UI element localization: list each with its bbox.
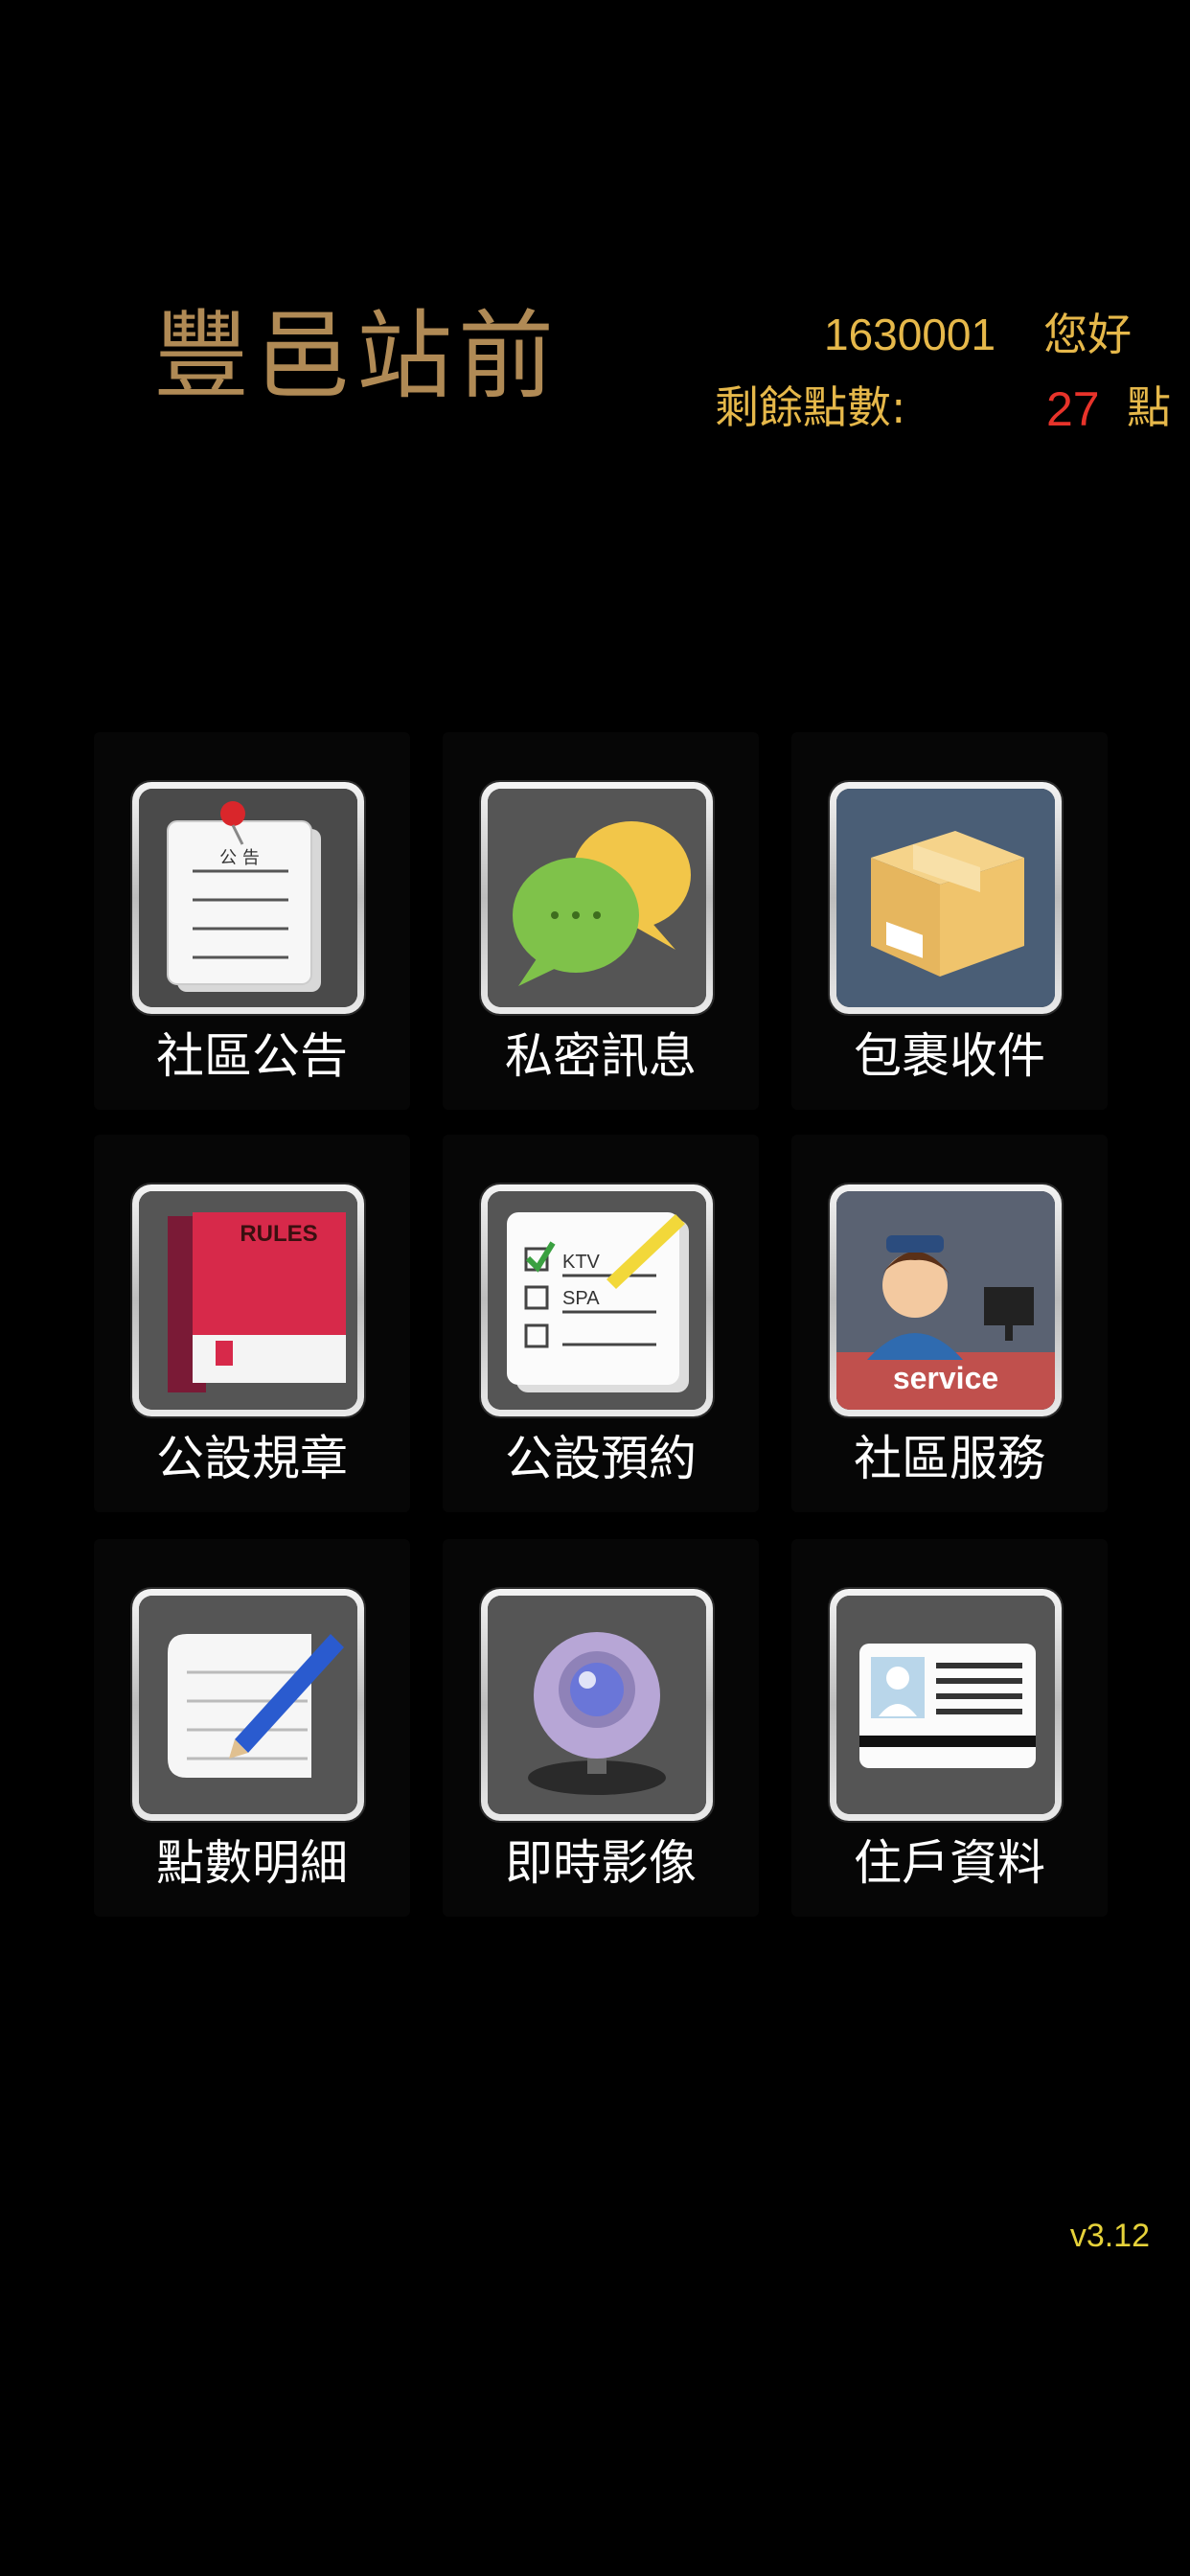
tile-points-details[interactable]: 點數明細 bbox=[94, 1539, 410, 1917]
spa-icon-text: SPA bbox=[562, 1288, 600, 1309]
webcam-icon bbox=[488, 1596, 706, 1814]
package-box-icon bbox=[836, 789, 1055, 1007]
points-value: 27 bbox=[1046, 385, 1100, 436]
user-id: 1630001 bbox=[824, 310, 996, 359]
tile-community-service[interactable]: service 社區服務 bbox=[791, 1135, 1108, 1512]
greeting-text: 您好 bbox=[1043, 309, 1133, 360]
tile-label: 住戶資料 bbox=[854, 1835, 1045, 1891]
rules-icon-text: RULES bbox=[240, 1221, 317, 1247]
chat-bubbles-icon bbox=[488, 789, 706, 1007]
tile-resident-info[interactable]: 住戶資料 bbox=[791, 1539, 1108, 1917]
tile-label: 公設預約 bbox=[505, 1431, 697, 1486]
app-title: 豐邑站前 bbox=[153, 300, 560, 412]
ktv-icon-text: KTV bbox=[562, 1252, 601, 1273]
tile-label: 即時影像 bbox=[505, 1835, 697, 1891]
points-summary: 剩餘點數: 27 點 bbox=[715, 385, 1190, 443]
tile-label: 公設規章 bbox=[156, 1431, 348, 1486]
tile-label: 點數明細 bbox=[156, 1835, 348, 1891]
announcement-icon-text: 公 告 bbox=[219, 848, 260, 868]
rules-book-icon: RULES bbox=[139, 1191, 357, 1410]
tile-package-receipt[interactable]: 包裹收件 bbox=[791, 732, 1108, 1110]
tile-private-messages[interactable]: 私密訊息 bbox=[443, 732, 759, 1110]
tile-label: 社區服務 bbox=[854, 1431, 1045, 1486]
points-unit: 點 bbox=[1127, 385, 1171, 433]
announcement-board-icon: 公 告 bbox=[139, 789, 357, 1007]
tile-facility-rules[interactable]: RULES 公設規章 bbox=[94, 1135, 410, 1512]
tile-live-video[interactable]: 即時影像 bbox=[443, 1539, 759, 1917]
tile-label: 包裹收件 bbox=[854, 1028, 1045, 1084]
id-card-icon bbox=[836, 1596, 1055, 1814]
service-icon-text: service bbox=[893, 1361, 998, 1395]
tile-label: 社區公告 bbox=[156, 1028, 348, 1084]
paper-pen-icon bbox=[139, 1596, 357, 1814]
tile-announcements[interactable]: 公 告 社區公告 bbox=[94, 732, 410, 1110]
tile-label: 私密訊息 bbox=[505, 1028, 697, 1084]
points-label: 剩餘點數: bbox=[715, 385, 906, 433]
tile-facility-booking[interactable]: KTV SPA 公設預約 bbox=[443, 1135, 759, 1512]
checklist-icon: KTV SPA bbox=[488, 1191, 706, 1410]
user-greeting: 1630001 您好 bbox=[824, 312, 1132, 356]
version-label: v3.12 bbox=[1069, 2218, 1150, 2254]
service-agent-icon: service bbox=[836, 1191, 1055, 1410]
